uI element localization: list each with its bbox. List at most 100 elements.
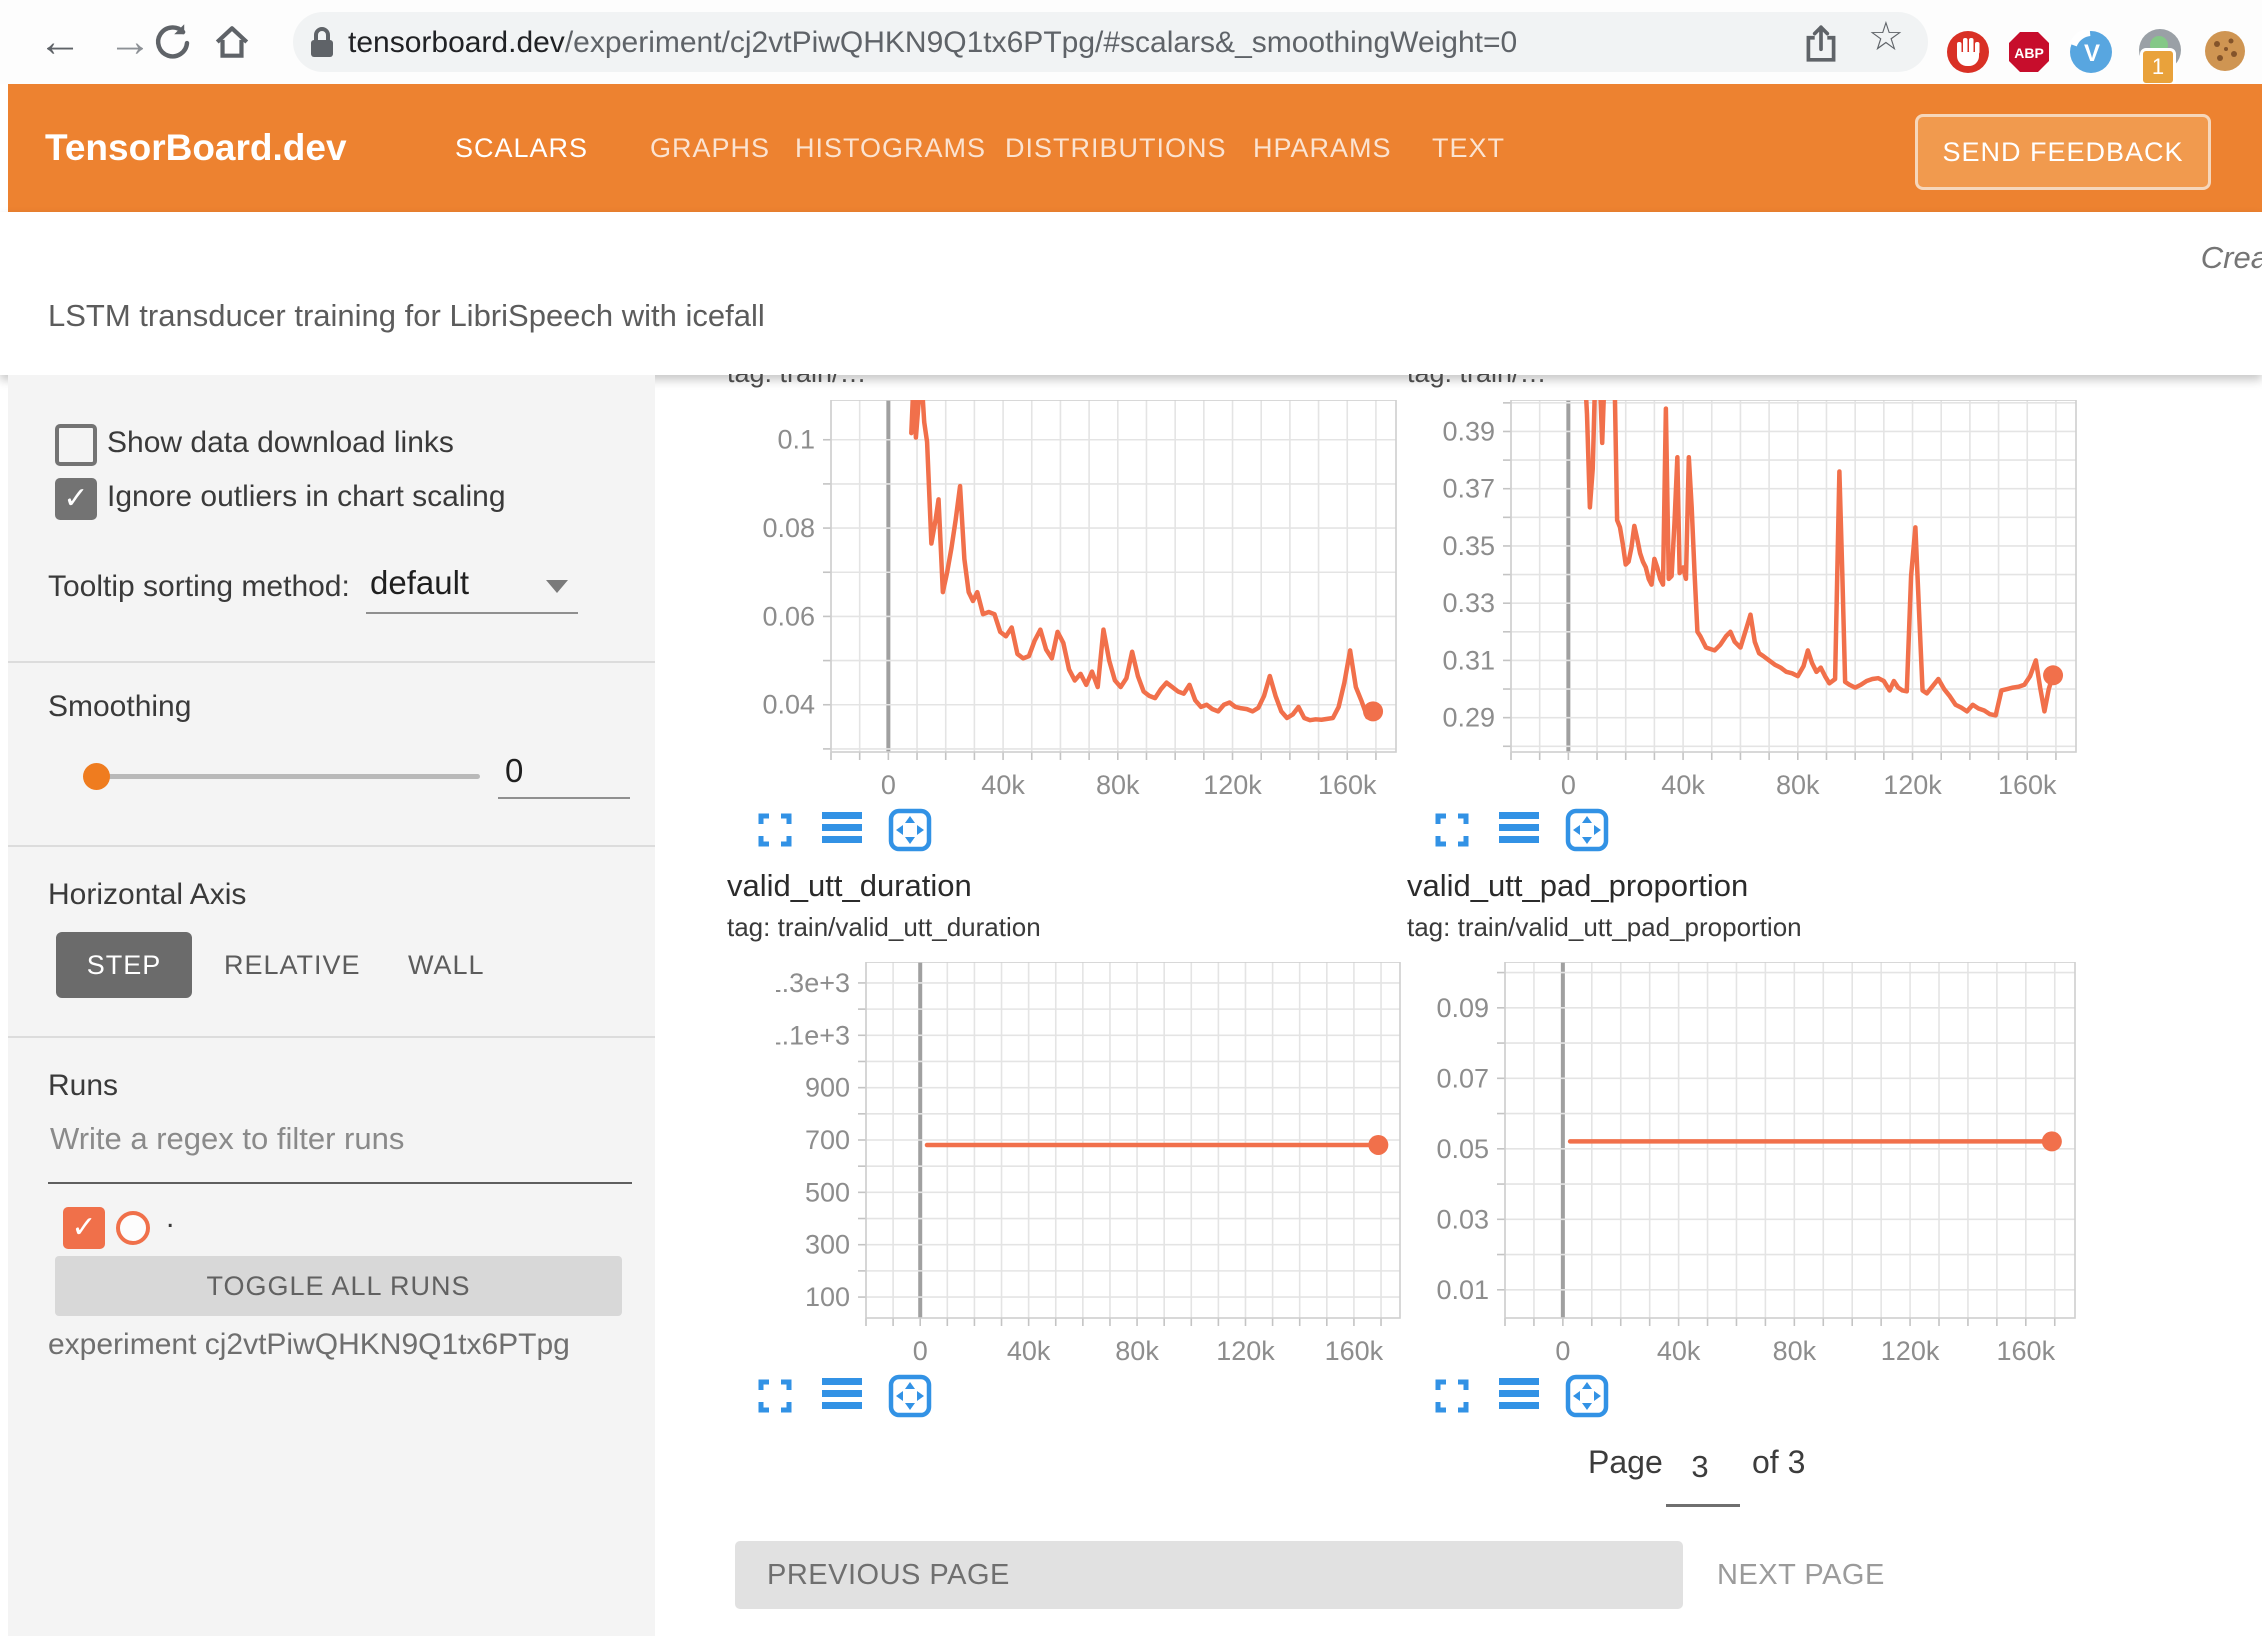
svg-text:120k: 120k (1216, 1336, 1275, 1366)
svg-text:80k: 80k (1773, 1336, 1817, 1366)
svg-text:0.35: 0.35 (1442, 531, 1495, 561)
fit-domain-icon[interactable] (1565, 808, 1609, 852)
divider (8, 661, 655, 663)
ignore-outliers-checkbox[interactable]: ✓ (55, 478, 97, 520)
brand-logo[interactable]: TensorBoard.dev (45, 84, 347, 212)
page-label: Page (1588, 1444, 1663, 1481)
svg-text:0: 0 (1555, 1336, 1570, 1366)
fullscreen-icon[interactable] (756, 1374, 800, 1418)
fit-domain-icon[interactable] (888, 808, 932, 852)
show-download-links-label: Show data download links (107, 426, 454, 460)
smoothing-slider-thumb[interactable] (83, 763, 110, 790)
clipped-chart-tag: tag: train/… (727, 374, 1287, 389)
chart-tag: tag: train/valid_utt_duration (727, 912, 1041, 943)
svg-text:40k: 40k (1657, 1336, 1701, 1366)
tooltip-sort-select[interactable]: default (370, 564, 469, 602)
share-icon[interactable] (1803, 22, 1839, 69)
ignore-outliers-label: Ignore outliers in chart scaling (107, 480, 506, 514)
svg-text:0.33: 0.33 (1442, 588, 1495, 618)
svg-text:0.01: 0.01 (1436, 1275, 1489, 1305)
chevron-down-icon[interactable] (546, 580, 568, 593)
runs-filter-underline (48, 1182, 632, 1184)
smoothing-slider-track[interactable] (102, 774, 480, 779)
run-color-swatch[interactable] (116, 1211, 150, 1245)
chart-title: valid_utt_pad_proportion (1407, 868, 1748, 904)
toggle-all-runs-button[interactable]: TOGGLE ALL RUNS (55, 1256, 622, 1316)
run-selector-icon[interactable] (1499, 808, 1543, 852)
chart-top-left[interactable]: 040k80k120k160k0.040.060.080.1 (741, 400, 1398, 807)
v-extension-icon[interactable]: V (2069, 30, 2113, 79)
cookie-extension-icon[interactable] (2204, 30, 2248, 79)
fit-domain-icon[interactable] (1565, 1374, 1609, 1418)
svg-text:900: 900 (805, 1073, 850, 1103)
tab-histograms[interactable]: HISTOGRAMS (795, 84, 986, 212)
svg-text:0.05: 0.05 (1436, 1134, 1489, 1164)
svg-text:ABP: ABP (2014, 45, 2044, 61)
fullscreen-icon[interactable] (1433, 808, 1477, 852)
tab-scalars[interactable]: SCALARS (455, 84, 588, 212)
svg-text:40k: 40k (981, 770, 1025, 800)
svg-text:120k: 120k (1881, 1336, 1940, 1366)
runs-filter-input[interactable] (48, 1120, 636, 1158)
chart-tag: tag: train/valid_utt_pad_proportion (1407, 912, 1802, 943)
chart-toolbar (1433, 1374, 1609, 1418)
run-selector-icon[interactable] (822, 808, 866, 852)
svg-text:0: 0 (881, 770, 896, 800)
smoothing-value[interactable]: 0 (505, 752, 523, 790)
run-selector-icon[interactable] (822, 1374, 866, 1418)
chart-top-right[interactable]: 040k80k120k160k0.290.310.330.350.370.39 (1421, 400, 2078, 807)
bookmark-star-icon[interactable]: ☆ (1868, 14, 1904, 60)
horizontal-axis-label: Horizontal Axis (48, 878, 246, 912)
svg-text:80k: 80k (1096, 770, 1140, 800)
axis-wall-button[interactable]: WALL (408, 950, 485, 981)
fullscreen-icon[interactable] (1433, 1374, 1477, 1418)
tooltip-sort-underline (366, 612, 578, 614)
svg-text:0.1: 0.1 (777, 425, 815, 455)
chart-toolbar (756, 1374, 932, 1418)
abp-extension-icon[interactable]: ABP (2007, 30, 2051, 79)
reload-icon[interactable] (152, 22, 192, 67)
runs-label: Runs (48, 1069, 118, 1103)
svg-text:160k: 160k (1998, 770, 2057, 800)
next-page-button[interactable]: NEXT PAGE (1717, 1541, 1885, 1609)
forward-icon[interactable]: → (108, 14, 152, 70)
send-feedback-button[interactable]: SEND FEEDBACK (1915, 114, 2211, 190)
tab-text[interactable]: TEXT (1432, 84, 1505, 212)
browser-toolbar: ← → ☆ tensorboard.dev/experiment/cj2vtPi… (0, 0, 2262, 86)
run-name: . (166, 1201, 174, 1235)
url-text[interactable]: tensorboard.dev/experiment/cj2vtPiwQHKN9… (348, 26, 1517, 60)
chart-valid-utt-duration[interactable]: 040k80k120k160k1003005007009001.1e+31.3e… (776, 962, 1402, 1373)
svg-text:100: 100 (805, 1282, 850, 1312)
axis-step-button[interactable]: STEP (56, 932, 192, 998)
show-download-links-checkbox[interactable]: ✓ (55, 424, 97, 466)
run-checkbox[interactable]: ✓ (63, 1207, 105, 1249)
extension-badge: 1 (2140, 48, 2176, 86)
svg-text:0.04: 0.04 (762, 690, 815, 720)
adblocker-extension-icon[interactable] (1946, 30, 1990, 79)
page-number-input[interactable] (1660, 1448, 1740, 1486)
chart-valid-utt-pad-proportion[interactable]: 040k80k120k160k0.010.030.050.070.09 (1415, 962, 2077, 1373)
previous-page-button[interactable]: PREVIOUS PAGE (735, 1541, 1683, 1609)
chart-title: valid_utt_duration (727, 868, 972, 904)
run-selector-icon[interactable] (1499, 1374, 1543, 1418)
svg-text:80k: 80k (1776, 770, 1820, 800)
axis-relative-button[interactable]: RELATIVE (224, 950, 361, 981)
svg-text:0.31: 0.31 (1442, 645, 1495, 675)
tab-distributions[interactable]: DISTRIBUTIONS (1005, 84, 1227, 212)
svg-text:160k: 160k (1325, 1336, 1384, 1366)
svg-text:0: 0 (913, 1336, 928, 1366)
fullscreen-icon[interactable] (756, 808, 800, 852)
svg-text:300: 300 (805, 1230, 850, 1260)
svg-text:0.29: 0.29 (1442, 703, 1495, 733)
fit-domain-icon[interactable] (888, 1374, 932, 1418)
home-icon[interactable] (212, 22, 252, 67)
svg-text:0: 0 (1561, 770, 1576, 800)
tab-graphs[interactable]: GRAPHS (650, 84, 770, 212)
experiment-id-label: experiment cj2vtPiwQHKN9Q1tx6PTpg (48, 1328, 570, 1362)
svg-text:160k: 160k (1997, 1336, 2056, 1366)
back-icon[interactable]: ← (38, 14, 82, 70)
tab-hparams[interactable]: HPARAMS (1253, 84, 1392, 212)
svg-text:500: 500 (805, 1177, 850, 1207)
svg-text:V: V (2084, 40, 2100, 67)
tooltip-sort-label: Tooltip sorting method: (48, 570, 350, 604)
